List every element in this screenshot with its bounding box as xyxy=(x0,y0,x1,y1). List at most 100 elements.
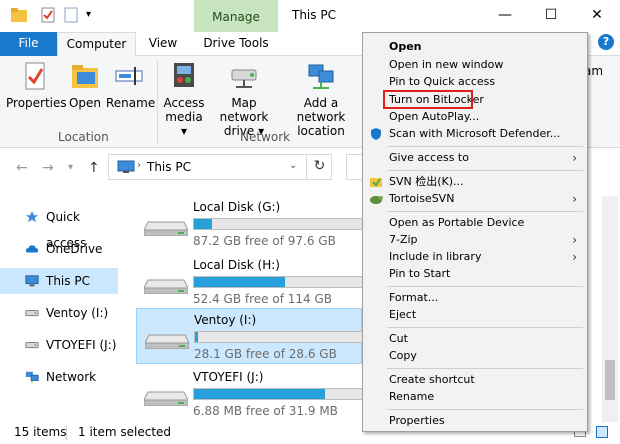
status-item-count: 15 items xyxy=(14,425,67,439)
drive-free-space: 87.2 GB free of 97.6 GB xyxy=(193,234,336,248)
nav-item-this-pc[interactable]: This PC xyxy=(0,268,118,294)
drive-item-h[interactable]: Local Disk (H:) 52.4 GB free of 114 GB xyxy=(136,254,363,310)
menu-separator xyxy=(387,368,583,369)
breadcrumb-chevron-icon[interactable]: › xyxy=(137,160,141,171)
properties-icon xyxy=(25,62,45,90)
nav-item-vtoyefi[interactable]: VTOYEFI (J:) xyxy=(0,332,118,358)
menu-item-copy[interactable]: Copy xyxy=(363,347,587,365)
maximize-button[interactable]: ☐ xyxy=(528,0,574,32)
drive-name: Local Disk (G:) xyxy=(193,200,281,214)
menu-item-properties[interactable]: Properties xyxy=(363,412,587,430)
menu-separator xyxy=(387,409,583,410)
computer-icon xyxy=(117,160,135,177)
drive-name: Local Disk (H:) xyxy=(193,258,280,272)
drive-usage-bar xyxy=(193,218,363,230)
recent-locations-icon[interactable]: ▾ xyxy=(68,162,73,173)
menu-separator xyxy=(387,170,583,171)
hard-disk-icon xyxy=(144,221,188,236)
drive-usage-fill xyxy=(194,219,213,229)
drive-usage-fill xyxy=(195,332,199,342)
help-icon[interactable]: ? xyxy=(598,34,614,50)
menu-item-open-new-window[interactable]: Open in new window xyxy=(363,56,587,74)
computer-icon xyxy=(25,275,39,287)
address-dropdown-icon[interactable]: ⌄ xyxy=(289,160,297,171)
menu-item-give-access[interactable]: Give access to › xyxy=(363,149,587,167)
customize-quick-access-icon[interactable]: ▾ xyxy=(86,9,91,20)
scrollbar-thumb[interactable] xyxy=(605,360,615,400)
menu-item-pin-quick-access[interactable]: Pin to Quick access xyxy=(363,73,587,91)
drive-item-g[interactable]: Local Disk (G:) 87.2 GB free of 97.6 GB xyxy=(136,196,363,252)
nav-item-ventoy[interactable]: Ventoy (I:) xyxy=(0,300,118,326)
minimize-button[interactable]: — xyxy=(482,0,528,32)
submenu-arrow-icon: › xyxy=(572,233,577,247)
nav-item-network[interactable]: Network xyxy=(0,364,118,390)
menu-item-tortoisesvn[interactable]: TortoiseSVN › xyxy=(363,190,587,208)
rename-icon xyxy=(115,67,143,85)
address-bar[interactable]: › This PC ⌄ xyxy=(108,154,332,180)
rename-label: Rename xyxy=(106,96,156,110)
add-location-label-1: Add a network xyxy=(296,96,346,124)
context-menu: Open Open in new window Pin to Quick acc… xyxy=(362,32,588,432)
menu-item-rename[interactable]: Rename xyxy=(363,388,587,406)
tab-manage[interactable]: Manage xyxy=(194,0,278,32)
properties-button[interactable]: Properties xyxy=(6,60,67,110)
access-media-button[interactable]: Access media ▾ xyxy=(162,60,206,138)
menu-item-open-autoplay[interactable]: Open AutoPlay... xyxy=(363,108,587,126)
menu-item-eject[interactable]: Eject xyxy=(363,306,587,324)
nav-item-label: This PC xyxy=(46,274,90,288)
menu-item-open[interactable]: Open xyxy=(363,38,587,56)
drive-icon xyxy=(25,309,39,317)
nav-item-quick-access[interactable]: Quick access xyxy=(0,204,118,250)
drive-item-i[interactable]: Ventoy (I:) 28.1 GB free of 28.6 GB xyxy=(136,308,364,364)
tab-drive-tools[interactable]: Drive Tools xyxy=(194,32,278,56)
menu-item-7zip[interactable]: 7-Zip › xyxy=(363,231,587,249)
tab-file[interactable]: File xyxy=(0,32,57,56)
group-label-network: Network xyxy=(240,130,291,144)
open-button[interactable]: Open xyxy=(66,60,104,110)
network-icon xyxy=(25,371,39,384)
rename-button[interactable]: Rename xyxy=(106,60,156,110)
access-media-label-2: media ▾ xyxy=(165,110,203,138)
nav-item-label: Ventoy (I:) xyxy=(46,306,109,320)
tab-computer[interactable]: Computer xyxy=(57,32,136,57)
menu-item-create-shortcut[interactable]: Create shortcut xyxy=(363,371,587,389)
menu-item-format[interactable]: Format... xyxy=(363,289,587,307)
vertical-scrollbar[interactable] xyxy=(602,196,618,422)
menu-item-include-library[interactable]: Include in library › xyxy=(363,248,587,266)
close-button[interactable]: ✕ xyxy=(574,0,620,32)
address-path: This PC xyxy=(147,160,191,174)
tab-view[interactable]: View xyxy=(140,32,186,56)
large-icons-view-icon[interactable] xyxy=(596,426,608,438)
highlight-box xyxy=(383,90,473,109)
back-arrow-icon[interactable]: ← xyxy=(16,160,28,176)
navigation-pane: Quick access OneDrive This PC Ventoy (I:… xyxy=(0,196,124,422)
up-arrow-icon[interactable]: ↑ xyxy=(88,160,100,176)
forward-arrow-icon[interactable]: → xyxy=(42,160,54,176)
access-media-label-1: Access xyxy=(163,96,205,110)
submenu-arrow-icon: › xyxy=(572,250,577,264)
refresh-button[interactable]: ↻ xyxy=(306,154,332,180)
menu-item-open-portable-device[interactable]: Open as Portable Device xyxy=(363,214,587,232)
add-location-label-2: location xyxy=(297,124,345,138)
status-selected: 1 item selected xyxy=(78,425,172,439)
submenu-arrow-icon: › xyxy=(572,151,577,165)
new-folder-quick-icon[interactable] xyxy=(64,7,78,26)
menu-item-scan-defender[interactable]: Scan with Microsoft Defender... xyxy=(363,125,587,143)
network-drive-icon xyxy=(231,69,257,88)
menu-item-label: SVN 检出(K)... xyxy=(389,175,464,188)
group-label-location: Location xyxy=(58,130,109,144)
nav-item-onedrive[interactable]: OneDrive xyxy=(0,236,118,262)
title-bar: ▾ Manage This PC — ☐ ✕ xyxy=(0,0,620,32)
menu-item-label: Include in library xyxy=(389,250,482,263)
drive-item-j[interactable]: VTOYEFI (J:) 6.88 MB free of 31.9 MB xyxy=(136,366,363,422)
add-network-location-button[interactable]: Add a network location xyxy=(282,60,360,138)
properties-quick-icon[interactable] xyxy=(40,7,56,26)
menu-item-pin-to-start[interactable]: Pin to Start xyxy=(363,265,587,283)
nav-item-label: VTOYEFI (J:) xyxy=(46,338,117,352)
menu-item-cut[interactable]: Cut xyxy=(363,330,587,348)
menu-separator xyxy=(387,146,583,147)
map-network-drive-button[interactable]: Map network drive ▾ xyxy=(208,60,280,138)
menu-item-svn-checkout[interactable]: SVN 检出(K)... xyxy=(363,173,587,191)
submenu-arrow-icon: › xyxy=(572,192,577,206)
drive-name: VTOYEFI (J:) xyxy=(193,370,264,384)
